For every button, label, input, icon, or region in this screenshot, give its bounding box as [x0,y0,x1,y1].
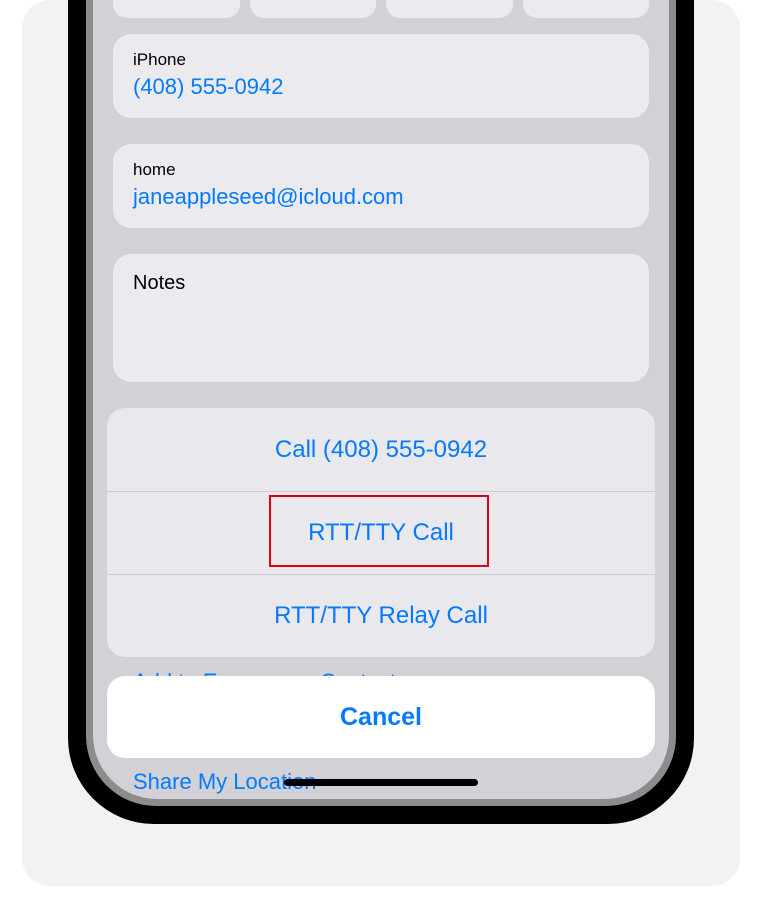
notes-label: Notes [133,272,629,295]
action-pill[interactable] [386,0,513,18]
action-pill[interactable] [250,0,377,18]
email-value[interactable]: janeappleseed@icloud.com [133,184,629,210]
phone-value[interactable]: (408) 555-0942 [133,74,629,100]
action-pill[interactable] [523,0,650,18]
notes-card[interactable]: Notes [113,254,649,382]
action-pill[interactable] [113,0,240,18]
rtt-tty-relay-call-option[interactable]: RTT/TTY Relay Call [107,574,655,657]
email-label: home [133,160,629,180]
rtt-tty-call-option[interactable]: RTT/TTY Call [107,491,655,574]
stage: iPhone (408) 555-0942 home janeappleseed… [22,0,740,886]
cancel-button[interactable]: Cancel [107,676,655,758]
phone-card[interactable]: iPhone (408) 555-0942 [113,34,649,118]
phone-label: iPhone [133,50,629,70]
home-indicator[interactable] [284,779,478,786]
phone-bezel: iPhone (408) 555-0942 home janeappleseed… [86,0,676,806]
contact-action-strip [113,0,649,18]
email-card[interactable]: home janeappleseed@icloud.com [113,144,649,228]
action-sheet: Call (408) 555-0942 RTT/TTY Call RTT/TTY… [107,408,655,657]
phone-screen: iPhone (408) 555-0942 home janeappleseed… [93,0,669,799]
call-option[interactable]: Call (408) 555-0942 [107,408,655,491]
share-location-link[interactable]: Share My Location [113,755,336,799]
phone-frame: iPhone (408) 555-0942 home janeappleseed… [68,0,694,824]
